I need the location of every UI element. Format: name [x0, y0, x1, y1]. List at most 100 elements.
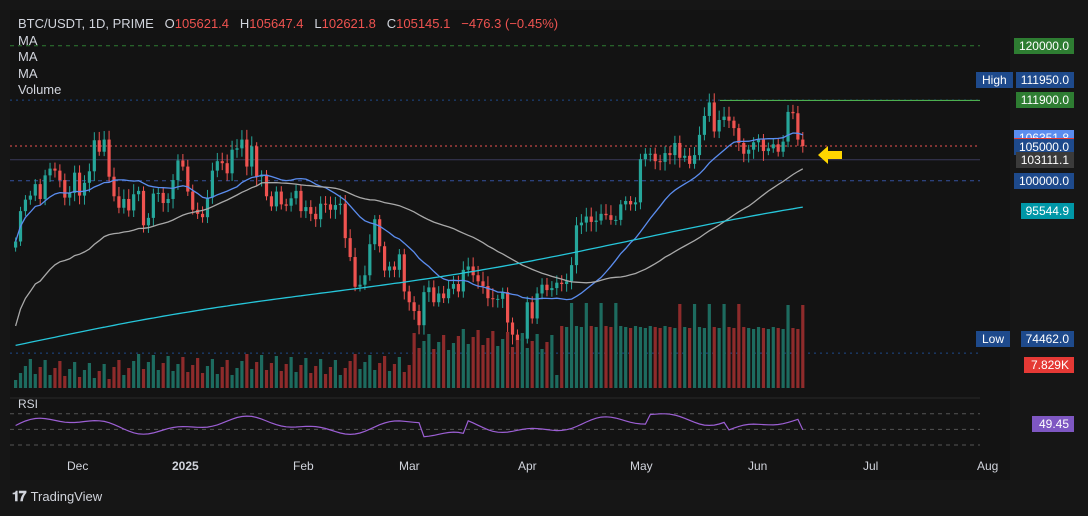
volume-bar [796, 329, 800, 388]
volume-bar [156, 370, 160, 388]
candle-body [437, 293, 441, 303]
candle-body [353, 257, 357, 287]
volume-bar [43, 360, 47, 388]
candle-body [678, 142, 682, 158]
volume-bar [314, 366, 318, 388]
candle-body [392, 266, 397, 270]
volume-bar [200, 373, 205, 388]
candle-body [333, 205, 337, 210]
indicator-ma-1[interactable]: MA [18, 33, 558, 50]
candle-body [284, 204, 288, 206]
volume-bar [446, 350, 451, 388]
candle-body [766, 148, 770, 152]
volume-bar [555, 375, 559, 388]
volume-bar [678, 304, 682, 388]
tradingview-logo-icon: 𝟏𝟕 [12, 488, 27, 504]
candle-body [446, 288, 451, 299]
candle-body [747, 149, 751, 154]
candle-body [304, 207, 308, 212]
indicator-ma-3[interactable]: MA [18, 66, 558, 83]
candle-body [368, 244, 372, 276]
time-tick-label: Apr [518, 459, 537, 473]
volume-bar [210, 359, 214, 388]
candle-body [328, 204, 333, 210]
volume-bar [235, 368, 239, 388]
volume-bar [294, 372, 298, 388]
volume-bar [348, 361, 352, 388]
volume-bar [501, 339, 505, 388]
candle-body [515, 334, 520, 341]
volume-bar [609, 327, 613, 388]
volume-bar [771, 327, 775, 388]
volume-bar [486, 338, 490, 388]
volume-bar [417, 348, 421, 388]
volume-bar [319, 359, 323, 388]
candle-body [781, 141, 785, 152]
volume-bar [137, 354, 141, 388]
volume-bar [73, 362, 77, 388]
candle-body [442, 293, 446, 299]
volume-bar [456, 336, 460, 388]
candle-body [269, 196, 274, 207]
volume-bar [471, 337, 475, 388]
volume-bar [712, 327, 716, 388]
candle-body [117, 196, 121, 208]
volume-bar [402, 372, 406, 388]
volume-bar [176, 364, 180, 388]
candle-body [191, 191, 195, 210]
candle-body [73, 172, 77, 193]
volume-bar [269, 363, 274, 388]
volume-bar [368, 355, 372, 388]
close-value: 105145.1 [396, 16, 451, 31]
candle-body [717, 120, 721, 132]
open-value: 105621.4 [174, 16, 230, 31]
candle-body [574, 225, 579, 266]
volume-bar [707, 304, 711, 388]
volume-bar [112, 367, 116, 388]
volume-bar [38, 367, 42, 388]
candle-body [727, 116, 731, 121]
volume-bar [161, 363, 165, 388]
low-label: L [314, 16, 322, 31]
candle-body [732, 120, 736, 129]
candle-body [343, 203, 347, 239]
price-tag: 120000.0 [1013, 37, 1074, 54]
indicator-volume[interactable]: Volume [18, 82, 558, 99]
candle-body [255, 146, 259, 177]
volume-bar [594, 327, 598, 388]
volume-bar [633, 326, 638, 388]
volume-bar [68, 369, 72, 388]
candle-body [82, 182, 87, 196]
volume-bar [353, 354, 357, 388]
volume-bar [392, 364, 397, 388]
symbol-label[interactable]: BTC/USDT, 1D, PRIME [18, 16, 154, 31]
volume-bar [304, 358, 308, 388]
candle-body [363, 275, 367, 285]
volume-bar [476, 330, 480, 388]
candle-body [279, 191, 283, 205]
volume-bar [323, 374, 328, 388]
indicator-ma-2[interactable]: MA [18, 49, 558, 66]
volume-bar [432, 349, 436, 388]
candle-body [323, 203, 328, 205]
candle-body [476, 275, 480, 282]
candle-body [348, 238, 352, 258]
volume-bar [604, 326, 608, 388]
candle-body [274, 191, 278, 207]
volume-bar [737, 304, 741, 388]
ohlc-row: BTC/USDT, 1D, PRIME O105621.4 H105647.4 … [18, 16, 558, 33]
volume-bar [540, 349, 544, 388]
volume-bar [328, 367, 333, 388]
candle-body [501, 292, 505, 299]
candle-body [742, 142, 746, 154]
footer-brand[interactable]: 𝟏𝟕 TradingView [12, 488, 102, 505]
candle-body [565, 281, 569, 285]
volume-bar [437, 342, 441, 388]
candle-body [107, 139, 111, 177]
volume-bar [683, 327, 687, 388]
rsi-pane-label[interactable]: RSI [18, 397, 38, 411]
volume-bar [752, 329, 756, 388]
candle-body [604, 213, 608, 216]
candle-body [633, 202, 638, 205]
candle-body [92, 140, 96, 172]
